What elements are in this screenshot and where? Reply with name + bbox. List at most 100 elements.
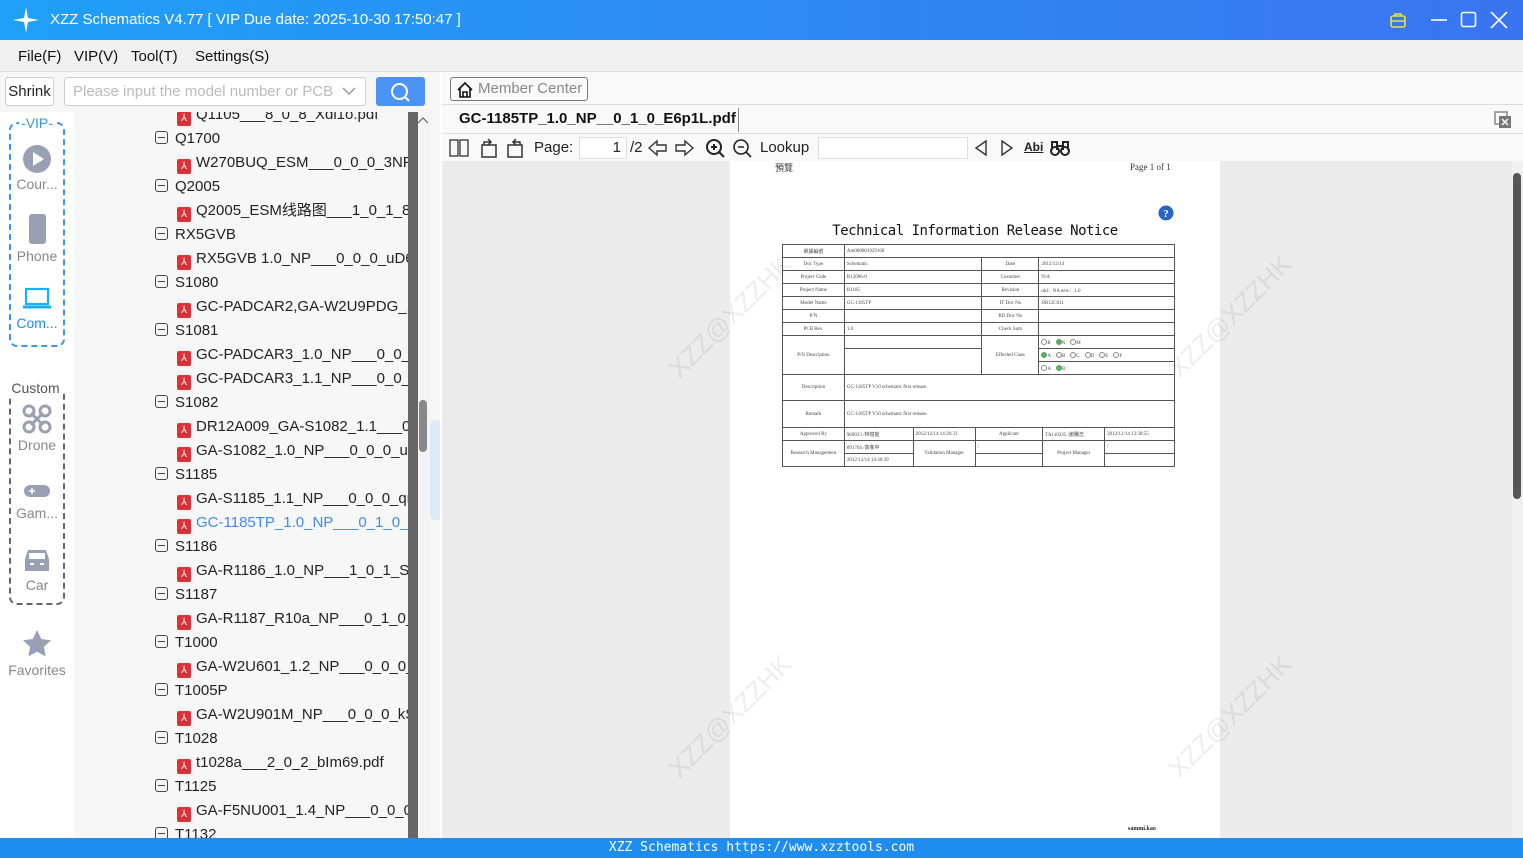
sidebar-item-gaming[interactable]: Gam...: [0, 480, 74, 521]
tree-file[interactable]: ⅄ RX5GVB 1.0_NP___0_0_0_uD6zW: [177, 247, 408, 271]
panel-collapse-handle[interactable]: [430, 420, 440, 520]
tree-file[interactable]: ⅄ GA-R1186_1.0_NP___1_0_1_SBU3: [177, 559, 408, 583]
tree-file[interactable]: ⅄ W270BUQ_ESM___0_0_0_3NPxF.p: [177, 151, 408, 175]
cell: N/A: [1038, 270, 1175, 284]
next-page-icon[interactable]: [674, 139, 694, 157]
previous-page-icon[interactable]: [648, 139, 668, 157]
sidebar-item-phone[interactable]: Phone: [0, 213, 74, 264]
collapse-icon[interactable]: [155, 467, 168, 480]
document-scrollbar[interactable]: [1512, 161, 1523, 838]
menu-settings[interactable]: Settings(S): [195, 48, 269, 65]
collapse-icon[interactable]: [155, 683, 168, 696]
tree-group[interactable]: S1187: [155, 583, 217, 607]
tree-file[interactable]: ⅄ t1028a___2_0_2_bIm69.pdf: [177, 751, 384, 775]
chevron-down-icon[interactable]: [342, 85, 356, 97]
lookup-input[interactable]: [818, 137, 968, 159]
sidebar-item-car[interactable]: Car: [0, 546, 74, 593]
radio-label: A: [1047, 353, 1051, 359]
two-page-icon[interactable]: [449, 139, 469, 157]
tree-group[interactable]: Q1700: [155, 127, 220, 151]
close-tab-icon[interactable]: [1494, 111, 1512, 129]
scrollbar-track[interactable]: [408, 112, 418, 838]
briefcase-icon[interactable]: [1389, 11, 1407, 29]
tree-group[interactable]: RX5GVB: [155, 223, 236, 247]
tree-file[interactable]: ⅄ GA-W2U601_1.2_NP___0_0_0_pZ: [177, 655, 408, 679]
find-previous-icon[interactable]: [974, 139, 988, 157]
rotate-left-icon[interactable]: [479, 138, 499, 158]
tree-file[interactable]: ⅄ GC-PADCAR3_1.0_NP___0_0_0_P: [177, 343, 408, 367]
collapse-icon[interactable]: [155, 635, 168, 648]
menu-tool[interactable]: Tool(T): [131, 48, 178, 65]
close-icon[interactable]: [1490, 11, 1508, 29]
title-bar: XZZ Schematics V4.77 [ VIP Due date: 202…: [0, 0, 1523, 40]
maximize-icon[interactable]: [1460, 11, 1478, 29]
divider: [442, 104, 1523, 105]
zoom-in-icon[interactable]: [705, 138, 725, 158]
tree-file[interactable]: ⅄ GA-W2U901M_NP___0_0_0_kSC: [177, 703, 408, 727]
tree-file[interactable]: ⅄ GA-S1082_1.0_NP___0_0_0_uJHX: [177, 439, 408, 463]
collapse-icon[interactable]: [155, 731, 168, 744]
collapse-icon[interactable]: [155, 587, 168, 600]
sidebar-item-courses[interactable]: Cour...: [0, 145, 74, 192]
tree-group[interactable]: S1080: [155, 271, 218, 295]
pdf-icon: ⅄: [177, 711, 191, 726]
page-number-input[interactable]: 1: [579, 137, 627, 159]
tree-file[interactable]: ⅄ Q2005_ESM线路图___1_0_1_8jbjr: [177, 199, 408, 223]
search-button[interactable]: [376, 77, 425, 106]
cell: Check Sum: [981, 322, 1040, 336]
tree-file[interactable]: ⅄ GA-S1185_1.1_NP___0_0_0_qn3H: [177, 487, 408, 511]
collapse-icon[interactable]: [155, 827, 168, 838]
menu-vip[interactable]: VIP(V): [74, 48, 118, 65]
sidebar-item-computer[interactable]: Com...: [0, 286, 74, 331]
scrollbar-thumb[interactable]: [419, 400, 427, 452]
sidebar-item-favorites[interactable]: Favorites: [0, 629, 74, 678]
cell: old：NA new：1.0: [1038, 283, 1175, 297]
tree-file[interactable]: ⅄ Q1105___8_0_8_Xdl1o.pdf: [177, 112, 378, 127]
tree-group[interactable]: T1005P: [155, 679, 228, 703]
tree-file[interactable]: ⅄ DR12A009_GA-S1082_1.1___0_0_: [177, 415, 408, 439]
model-search-input[interactable]: Please input the model number or PCB: [64, 77, 366, 106]
tree-file[interactable]: ⅄ GC-1185TP_1.0_NP___0_1_0_E6p: [177, 511, 408, 535]
find-next-icon[interactable]: [1000, 139, 1014, 157]
tree-group[interactable]: T1000: [155, 631, 218, 655]
tree-group[interactable]: S1081: [155, 319, 218, 343]
menu-file[interactable]: File(F): [18, 48, 61, 65]
collapse-icon[interactable]: [155, 539, 168, 552]
scrollbar-thumb[interactable]: [1513, 173, 1521, 499]
member-center-label: Member Center: [478, 80, 583, 97]
tree-group[interactable]: S1082: [155, 391, 218, 415]
tree-group[interactable]: S1186: [155, 535, 217, 559]
rotate-right-icon[interactable]: [505, 138, 525, 158]
page-total: /2: [630, 139, 643, 156]
cell: [1038, 322, 1175, 336]
collapse-icon[interactable]: [155, 275, 168, 288]
collapse-icon[interactable]: [155, 179, 168, 192]
sidebar-item-drone[interactable]: Drone: [0, 404, 74, 453]
zoom-out-icon[interactable]: [732, 138, 752, 158]
tree-group[interactable]: S1185: [155, 463, 217, 487]
tree-group[interactable]: T1132: [155, 823, 216, 838]
tree-group[interactable]: T1028: [155, 727, 218, 751]
tree-group[interactable]: T1125: [155, 775, 216, 799]
tab-current-pdf[interactable]: GC-1185TP_1.0_NP__0_1_0_E6p1L.pdf: [459, 110, 736, 127]
document-area: 預覽 Page 1 of 1 ? Technical Information R…: [442, 161, 1512, 838]
member-center-button[interactable]: Member Center: [450, 77, 588, 101]
tree-file[interactable]: ⅄ GA-R1187_R10a_NP___0_1_0_kP: [177, 607, 408, 631]
tree-file[interactable]: ⅄ GC-PADCAR2,GA-W2U9PDG_1.1: [177, 295, 408, 319]
shrink-button[interactable]: Shrink: [5, 77, 54, 106]
collapse-icon[interactable]: [155, 323, 168, 336]
tree-file[interactable]: ⅄ GA-F5NU001_1.4_NP___0_0_0_9T: [177, 799, 408, 823]
binoculars-icon[interactable]: [1049, 138, 1071, 158]
status-bar: XZZ Schematics https://www.xzztools.com: [0, 838, 1523, 858]
match-case-button[interactable]: Abi: [1024, 140, 1043, 154]
radio-label: B: [1061, 366, 1066, 372]
scroll-up-icon[interactable]: [417, 116, 429, 124]
minimize-icon[interactable]: [1430, 11, 1448, 29]
tree-file[interactable]: ⅄ GC-PADCAR3_1.1_NP___0_0_0_4: [177, 367, 408, 391]
collapse-icon[interactable]: [155, 395, 168, 408]
collapse-icon[interactable]: [155, 131, 168, 144]
collapse-icon[interactable]: [155, 227, 168, 240]
tree-group[interactable]: Q2005: [155, 175, 220, 199]
tree-scrollbar[interactable]: [408, 112, 430, 838]
collapse-icon[interactable]: [155, 779, 168, 792]
